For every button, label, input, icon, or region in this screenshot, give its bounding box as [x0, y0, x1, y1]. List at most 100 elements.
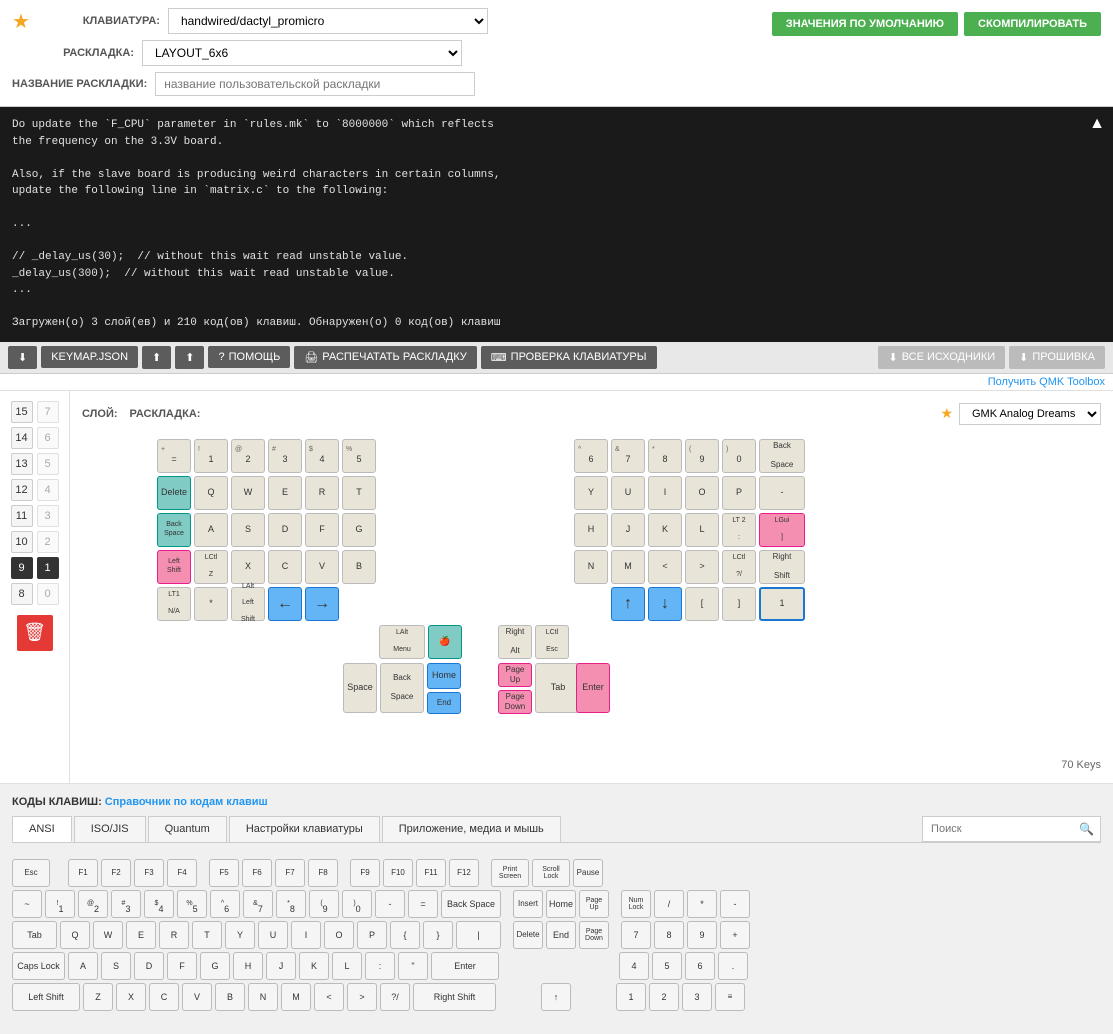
layer-row-11-3[interactable]: 11 3 [0, 503, 69, 529]
ansi-num-star[interactable]: * [687, 890, 717, 918]
key-bracket-open[interactable]: [ [685, 587, 719, 621]
ansi-u[interactable]: U [258, 921, 288, 949]
key-star[interactable]: * [194, 587, 228, 621]
key-f[interactable]: F [305, 513, 339, 547]
ansi-n1[interactable]: !1 [45, 890, 75, 918]
colormap-select[interactable]: GMK Analog Dreams [959, 403, 1101, 425]
key-page-down[interactable]: Page Down [498, 690, 532, 714]
ansi-n7[interactable]: &7 [243, 890, 273, 918]
key-lalt-leftshift[interactable]: LAltLeftShift [231, 587, 265, 621]
key-1[interactable]: !1 [194, 439, 228, 473]
key-y[interactable]: Y [574, 476, 608, 510]
key-lalt-menu[interactable]: LAltMenu [379, 625, 425, 659]
key-j[interactable]: J [611, 513, 645, 547]
ansi-num-3[interactable]: 3 [682, 983, 712, 1011]
ansi-num-5[interactable]: 5 [652, 952, 682, 980]
key-2[interactable]: @2 [231, 439, 265, 473]
ansi-num-lock[interactable]: Num Lock [621, 890, 651, 918]
key-right-shift[interactable]: RightShift [759, 550, 805, 584]
key-lt1-na[interactable]: LT1N/A [157, 587, 191, 621]
key-lctl-esc[interactable]: LCtlEsc [535, 625, 569, 659]
layer-slot-7[interactable]: 7 [37, 401, 59, 423]
qmk-toolbox-link[interactable]: Получить QMK Toolbox [0, 374, 1113, 390]
ansi-q[interactable]: Q [60, 921, 90, 949]
key-w[interactable]: W [231, 476, 265, 510]
ansi-p[interactable]: P [357, 921, 387, 949]
ansi-i[interactable]: I [291, 921, 321, 949]
ansi-n9[interactable]: (9 [309, 890, 339, 918]
key-b[interactable]: B [342, 550, 376, 584]
ansi-f11[interactable]: F11 [416, 859, 446, 887]
key-arrow-left[interactable]: ← [268, 587, 302, 621]
ansi-pause[interactable]: Pause [573, 859, 603, 887]
layout-select[interactable]: LAYOUT_6x6 [142, 40, 462, 66]
compile-button[interactable]: СКОМПИЛИРОВАТЬ [964, 12, 1101, 36]
ansi-c[interactable]: C [149, 983, 179, 1011]
ansi-f12[interactable]: F12 [449, 859, 479, 887]
ansi-num-plus[interactable]: + [720, 921, 750, 949]
key-u[interactable]: U [611, 476, 645, 510]
ansi-f1[interactable]: F1 [68, 859, 98, 887]
ansi-delete[interactable]: Delete [513, 921, 543, 949]
key-left-shift[interactable]: LeftShift [157, 550, 191, 584]
key-right-alt[interactable]: RightAlt [498, 625, 532, 659]
layer-num-15[interactable]: 15 [11, 401, 33, 423]
ansi-f4[interactable]: F4 [167, 859, 197, 887]
tab-keyboard-settings[interactable]: Настройки клавиатуры [229, 816, 380, 842]
key-lgui-bracket[interactable]: LGui] [759, 513, 805, 547]
key-4[interactable]: $4 [305, 439, 339, 473]
key-arrow-down[interactable]: ↓ [648, 587, 682, 621]
favorite-star-icon[interactable]: ★ [12, 9, 30, 34]
ansi-num-6[interactable]: 6 [685, 952, 715, 980]
key-5[interactable]: %5 [342, 439, 376, 473]
key-page-up[interactable]: Page Up [498, 663, 532, 687]
ansi-gt[interactable]: > [347, 983, 377, 1011]
ansi-page-up[interactable]: Page Up [579, 890, 609, 918]
ansi-n6[interactable]: ^6 [210, 890, 240, 918]
layer-row-15-7[interactable]: 15 7 [0, 399, 69, 425]
key-comma[interactable]: < [648, 550, 682, 584]
key-x[interactable]: X [231, 550, 265, 584]
ansi-b[interactable]: B [215, 983, 245, 1011]
layer-row-10-2[interactable]: 10 2 [0, 529, 69, 555]
key-backspace-thumb[interactable]: BackSpace [380, 663, 424, 713]
download-icon-button[interactable]: ⬇ [8, 346, 37, 369]
key-space[interactable]: Space [343, 663, 377, 713]
key-6[interactable]: ^6 [574, 439, 608, 473]
ansi-f3[interactable]: F3 [134, 859, 164, 887]
ansi-tab[interactable]: Tab [12, 921, 57, 949]
ansi-e[interactable]: E [126, 921, 156, 949]
key-backspace-left[interactable]: BackSpace [157, 513, 191, 547]
key-dash[interactable]: - [759, 476, 805, 510]
tab-ansi[interactable]: ANSI [12, 816, 72, 842]
help-button[interactable]: ? ПОМОЩЬ [208, 346, 290, 368]
key-3[interactable]: #3 [268, 439, 302, 473]
ansi-lt[interactable]: < [314, 983, 344, 1011]
ansi-arrow-up[interactable]: ↑ [541, 983, 571, 1011]
layer-num-8[interactable]: 8 [11, 583, 33, 605]
ansi-num-8[interactable]: 8 [654, 921, 684, 949]
ansi-caps[interactable]: Caps Lock [12, 952, 65, 980]
check-keyboard-button[interactable]: ⌨ ПРОВЕРКА КЛАВИАТУРЫ [481, 346, 657, 369]
ansi-m[interactable]: M [281, 983, 311, 1011]
ansi-num-7[interactable]: 7 [621, 921, 651, 949]
ansi-num-4[interactable]: 4 [619, 952, 649, 980]
key-p[interactable]: P [722, 476, 756, 510]
layer-slot-1[interactable]: 1 [37, 557, 59, 579]
ansi-v[interactable]: V [182, 983, 212, 1011]
ansi-f10[interactable]: F10 [383, 859, 413, 887]
layer-row-14-6[interactable]: 14 6 [0, 425, 69, 451]
ansi-n4[interactable]: $4 [144, 890, 174, 918]
ansi-plus[interactable]: = [408, 890, 438, 918]
defaults-button[interactable]: ЗНАЧЕНИЯ ПО УМОЛЧАНИЮ [772, 12, 958, 36]
ansi-question[interactable]: ?/ [380, 983, 410, 1011]
key-home[interactable]: Home [427, 663, 461, 689]
keyboard-select[interactable]: handwired/dactyl_promicro [168, 8, 488, 34]
key-period[interactable]: > [685, 550, 719, 584]
tab-iso[interactable]: ISO/JIS [74, 816, 146, 842]
ansi-a[interactable]: A [68, 952, 98, 980]
upload-button[interactable]: ⬆ [142, 346, 171, 369]
ansi-semicolon[interactable]: : [365, 952, 395, 980]
ansi-x[interactable]: X [116, 983, 146, 1011]
key-n[interactable]: N [574, 550, 608, 584]
